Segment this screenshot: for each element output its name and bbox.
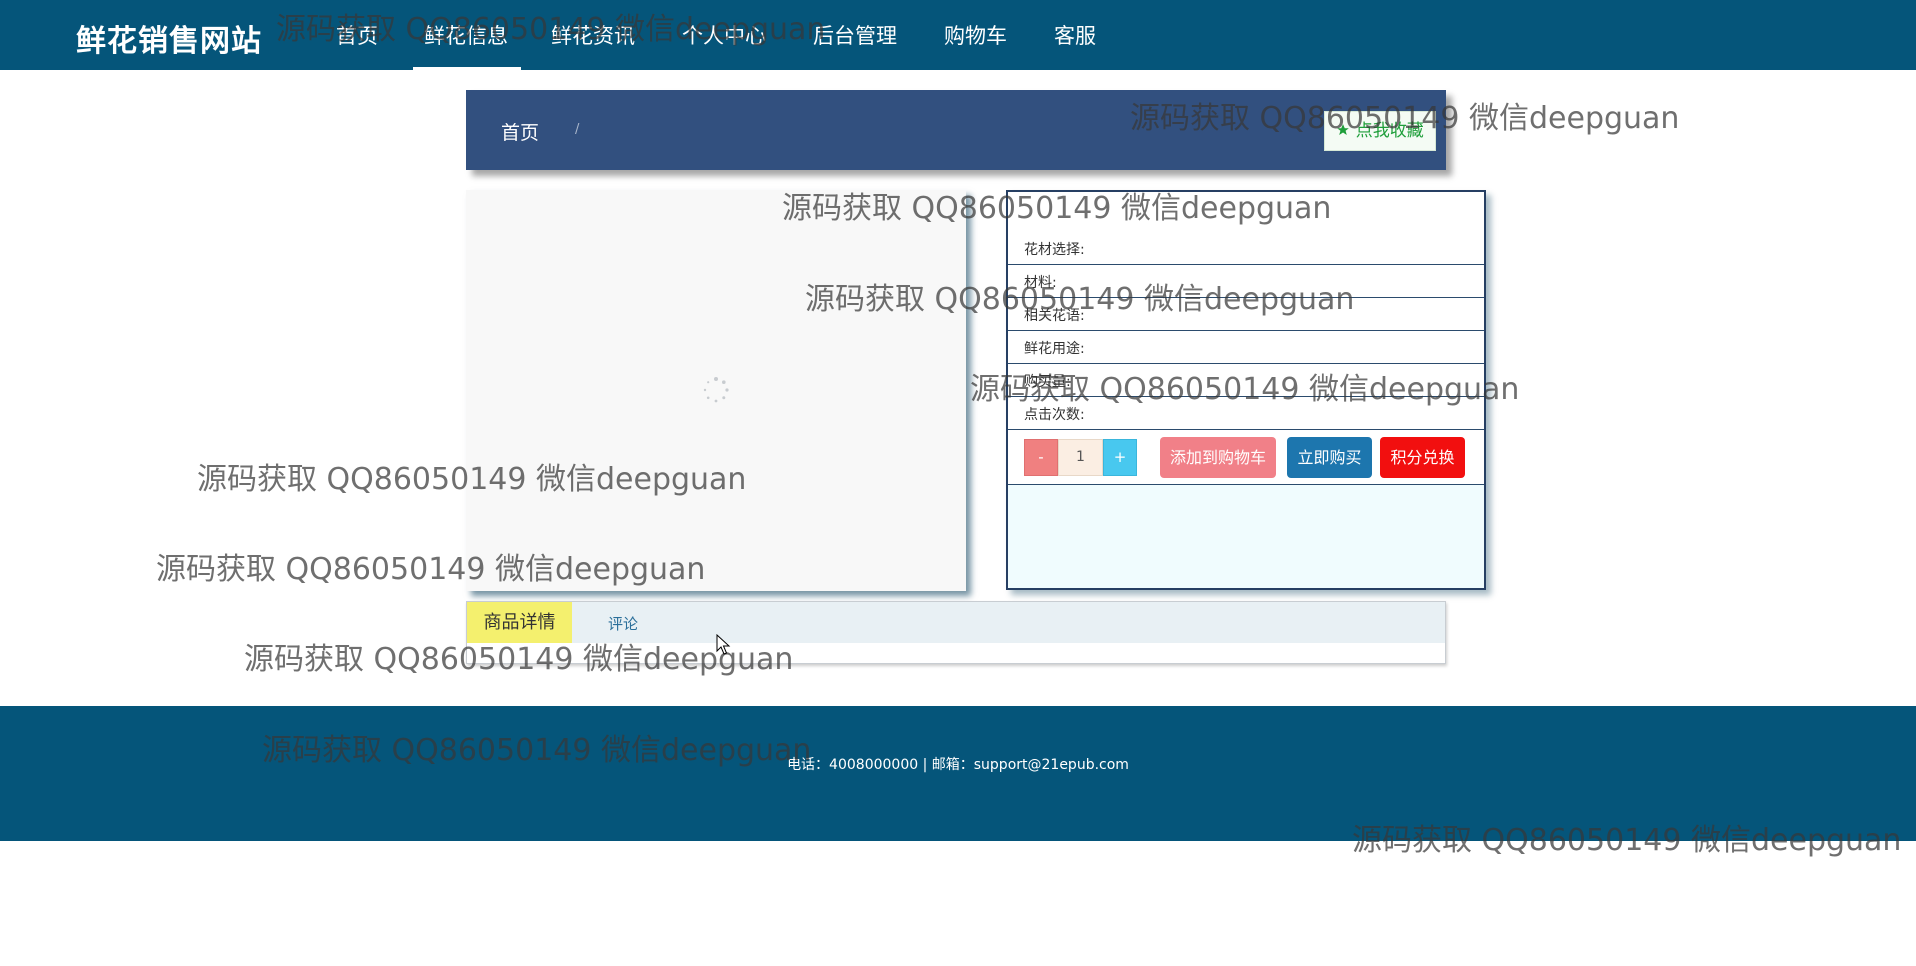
product-image-area [466, 190, 966, 591]
favorite-label: 点我收藏 [1355, 121, 1424, 141]
favorite-button[interactable]: 点我收藏 [1324, 111, 1436, 151]
field-flower-language: 相关花语: [1008, 298, 1484, 331]
nav-item-customer-service[interactable]: 客服 [1054, 20, 1096, 50]
field-flower-usage: 鲜花用途: [1008, 331, 1484, 364]
product-tabs: 商品详情 评论 [466, 601, 1446, 664]
nav-item-home[interactable]: 首页 [336, 20, 378, 50]
points-exchange-button[interactable]: 积分兑换 [1380, 437, 1465, 478]
quantity-increase-button[interactable]: + [1103, 439, 1137, 476]
product-info-panel: 花材选择: 材料: 相关花语: 鲜花用途: 购买量: 点击次数: - 1 + 添… [1006, 190, 1486, 590]
footer-contact: 电话：4008000000 | 邮箱：support@21epub.com [787, 757, 1129, 773]
tab-strip: 商品详情 评论 [467, 602, 1445, 643]
mouse-cursor-icon [716, 634, 731, 655]
buy-now-button[interactable]: 立即购买 [1287, 437, 1372, 478]
nav-item-cart[interactable]: 购物车 [944, 20, 1007, 50]
field-flower-material-choice: 花材选择: [1008, 232, 1484, 265]
tab-reviews[interactable]: 评论 [608, 613, 638, 634]
nav-item-flower-info[interactable]: 鲜花信息 [424, 20, 508, 50]
field-purchase-count: 购买量: [1008, 364, 1484, 397]
quantity-decrease-button[interactable]: - [1024, 439, 1058, 476]
field-click-count: 点击次数: [1008, 397, 1484, 430]
breadcrumb-separator: / [575, 122, 580, 137]
top-navbar: 鲜花销售网站 首页 鲜花信息 鲜花资讯 个人中心 后台管理 购物车 客服 [0, 0, 1916, 70]
footer: 电话：4008000000 | 邮箱：support@21epub.com [0, 706, 1916, 841]
purchase-actions: - 1 + 添加到购物车 立即购买 积分兑换 [1008, 430, 1484, 485]
add-to-cart-button[interactable]: 添加到购物车 [1160, 437, 1276, 478]
breadcrumb-home-link[interactable]: 首页 [501, 118, 539, 145]
quantity-input[interactable]: 1 [1058, 439, 1103, 476]
star-icon [1336, 121, 1355, 141]
site-brand[interactable]: 鲜花销售网站 [76, 16, 262, 60]
spinner-icon [703, 377, 729, 403]
nav-item-flower-news[interactable]: 鲜花资讯 [551, 20, 635, 50]
field-material: 材料: [1008, 265, 1484, 298]
breadcrumb: 首页 / 点我收藏 [466, 90, 1446, 170]
panel-empty-area [1008, 485, 1484, 588]
nav-item-admin[interactable]: 后台管理 [813, 20, 897, 50]
active-nav-indicator [413, 67, 521, 70]
tab-product-details[interactable]: 商品详情 [467, 602, 572, 643]
nav-item-personal-center[interactable]: 个人中心 [682, 20, 766, 50]
